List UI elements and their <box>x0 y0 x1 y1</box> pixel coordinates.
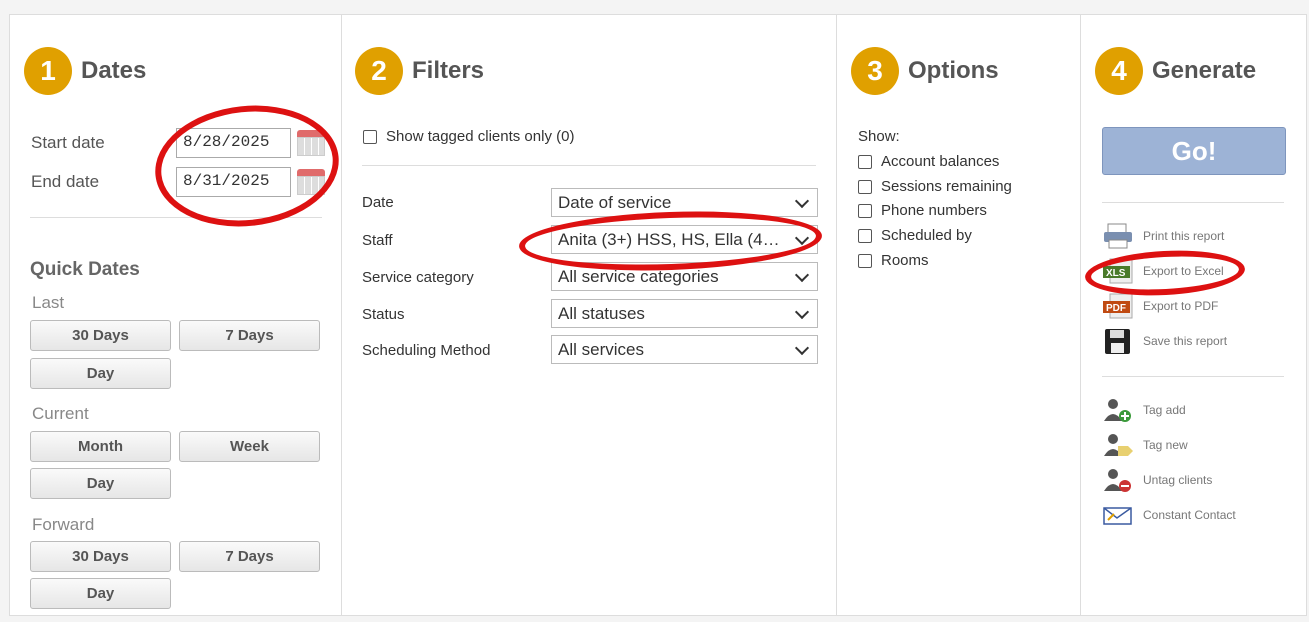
start-date-label: Start date <box>31 133 105 152</box>
options-title: Options <box>908 57 999 84</box>
chevron-down-icon <box>794 193 810 209</box>
untag-clients-link[interactable]: Untag clients <box>1102 467 1212 493</box>
step-1-badge: 1 <box>24 47 72 95</box>
tagged-clients-checkbox-row[interactable]: Show tagged clients only (0) <box>363 128 574 145</box>
rooms-option[interactable]: Rooms <box>858 252 929 269</box>
rooms-checkbox[interactable] <box>858 253 872 268</box>
end-date-calendar-icon[interactable] <box>297 169 325 195</box>
filters-panel: 2 Filters Show tagged clients only (0) D… <box>341 14 837 616</box>
status-filter-select[interactable]: All statuses <box>551 299 818 328</box>
account-balances-checkbox[interactable] <box>858 154 872 169</box>
service-category-filter-select[interactable]: All service categories <box>551 262 818 291</box>
svg-text:PDF: PDF <box>1106 303 1126 314</box>
printer-icon <box>1102 223 1134 249</box>
last-30-days-button[interactable]: 30 Days <box>30 320 171 351</box>
print-report-link[interactable]: Print this report <box>1102 223 1224 249</box>
start-date-input[interactable]: 8/28/2025 <box>176 128 291 158</box>
export-pdf-link[interactable]: PDF Export to PDF <box>1102 293 1218 319</box>
go-button[interactable]: Go! <box>1102 127 1286 175</box>
divider <box>30 217 322 218</box>
forward-label: Forward <box>32 515 95 534</box>
step-2-badge: 2 <box>355 47 403 95</box>
service-category-filter-label: Service category <box>362 269 474 286</box>
current-label: Current <box>32 404 89 423</box>
current-week-button[interactable]: Week <box>179 431 320 462</box>
status-filter-label: Status <box>362 306 405 323</box>
start-date-calendar-icon[interactable] <box>297 130 325 156</box>
phone-numbers-checkbox[interactable] <box>858 203 872 218</box>
chevron-down-icon <box>794 340 810 356</box>
floppy-disk-icon <box>1102 328 1134 354</box>
pdf-icon: PDF <box>1102 293 1134 319</box>
generate-title: Generate <box>1152 57 1257 84</box>
filters-title: Filters <box>412 57 485 84</box>
last-7-days-button[interactable]: 7 Days <box>179 320 320 351</box>
save-report-link[interactable]: Save this report <box>1102 328 1227 354</box>
generate-panel: 4 Generate Go! Print this report XLS Exp… <box>1080 14 1307 616</box>
sessions-remaining-checkbox[interactable] <box>858 179 872 194</box>
tag-add-link[interactable]: Tag add <box>1102 397 1186 423</box>
dates-panel: 1 Dates Start date 8/28/2025 End date 8/… <box>9 14 342 616</box>
scheduled-by-option[interactable]: Scheduled by <box>858 227 972 244</box>
staff-filter-select[interactable]: Anita (3+) HSS, HS, Ella (4+) HSS <box>551 225 818 254</box>
show-label: Show: <box>858 128 900 145</box>
export-excel-link[interactable]: XLS Export to Excel <box>1102 258 1224 284</box>
scheduling-method-filter-label: Scheduling Method <box>362 342 491 359</box>
options-panel: 3 Options Show: Account balances Session… <box>836 14 1081 616</box>
end-date-label: End date <box>31 172 100 191</box>
last-label: Last <box>32 293 65 312</box>
divider <box>362 165 816 166</box>
current-day-button[interactable]: Day <box>30 468 171 499</box>
tagged-clients-checkbox[interactable] <box>363 129 377 144</box>
tag-add-icon <box>1102 397 1134 423</box>
sessions-remaining-option[interactable]: Sessions remaining <box>858 178 1012 195</box>
dates-title: Dates <box>81 57 147 84</box>
scheduled-by-checkbox[interactable] <box>858 228 872 243</box>
forward-day-button[interactable]: Day <box>30 578 171 609</box>
divider <box>1102 202 1284 203</box>
account-balances-option[interactable]: Account balances <box>858 153 999 170</box>
tagged-clients-label: Show tagged clients only (0) <box>386 128 575 145</box>
step-3-badge: 3 <box>851 47 899 95</box>
step-4-badge: 4 <box>1095 47 1143 95</box>
untag-icon <box>1102 467 1134 493</box>
xls-icon: XLS <box>1102 258 1134 284</box>
current-month-button[interactable]: Month <box>30 431 171 462</box>
chevron-down-icon <box>794 267 810 283</box>
divider <box>1102 376 1284 377</box>
chevron-down-icon <box>794 304 810 320</box>
tag-new-link[interactable]: Tag new <box>1102 432 1188 458</box>
quick-dates-title: Quick Dates <box>30 259 140 280</box>
constant-contact-link[interactable]: Constant Contact <box>1102 502 1236 528</box>
staff-filter-label: Staff <box>362 232 393 249</box>
date-filter-select[interactable]: Date of service <box>551 188 818 217</box>
phone-numbers-option[interactable]: Phone numbers <box>858 202 987 219</box>
date-filter-label: Date <box>362 194 394 211</box>
svg-text:XLS: XLS <box>1106 268 1126 279</box>
forward-7-days-button[interactable]: 7 Days <box>179 541 320 572</box>
last-day-button[interactable]: Day <box>30 358 171 389</box>
tag-new-icon <box>1102 432 1134 458</box>
envelope-icon <box>1102 502 1134 528</box>
forward-30-days-button[interactable]: 30 Days <box>30 541 171 572</box>
scheduling-method-filter-select[interactable]: All services <box>551 335 818 364</box>
end-date-input[interactable]: 8/31/2025 <box>176 167 291 197</box>
